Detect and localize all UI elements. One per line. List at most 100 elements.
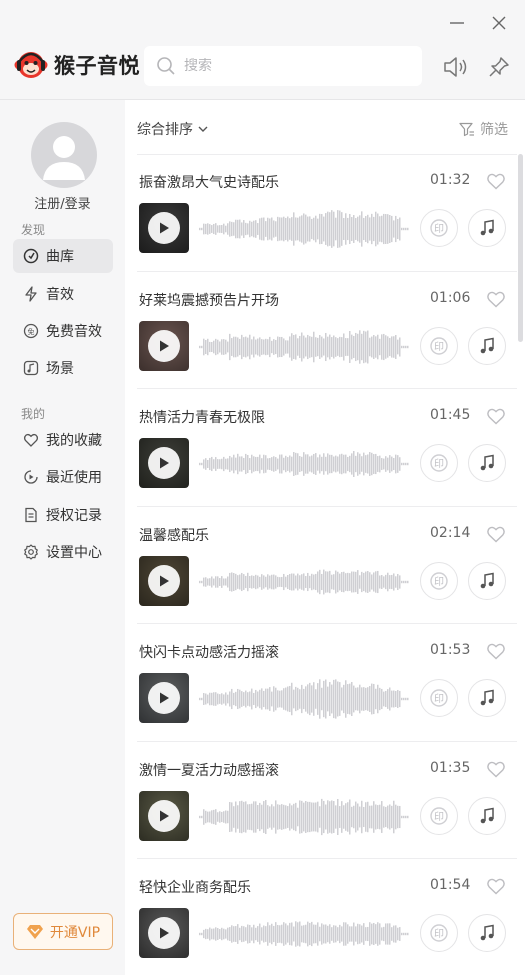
minimize-button[interactable] — [444, 10, 470, 36]
sidebar-item-favorites[interactable]: 我的收藏 — [13, 423, 113, 457]
sidebar-item-settings[interactable]: 设置中心 — [13, 535, 113, 569]
heart-icon — [487, 761, 505, 777]
music-detail-button[interactable] — [468, 914, 506, 952]
track-cover[interactable] — [139, 320, 189, 371]
app-name: 猴子音悦 — [54, 54, 140, 78]
track-title: 激情一夏活力动感摇滚 — [139, 762, 279, 779]
license-stamp-icon: 印 — [430, 454, 448, 472]
sort-label: 综合排序 — [137, 122, 193, 138]
music-detail-button[interactable] — [468, 209, 506, 247]
favorite-button[interactable] — [486, 407, 506, 425]
play-icon — [160, 692, 169, 704]
sidebar-item-scenes[interactable]: 场景 — [13, 351, 113, 385]
sidebar-item-sound-effects[interactable]: 音效 — [13, 277, 113, 311]
close-button[interactable] — [486, 10, 512, 36]
track-row[interactable]: 快闪卡点动感活力摇滚 01:53 印 — [137, 624, 517, 742]
music-note-icon — [480, 219, 494, 236]
waveform[interactable] — [199, 792, 409, 842]
favorite-button[interactable] — [486, 642, 506, 660]
vip-button[interactable]: 开通VIP — [13, 913, 113, 950]
play-button[interactable] — [148, 212, 180, 244]
svg-text:印: 印 — [434, 223, 444, 235]
play-button[interactable] — [148, 682, 180, 714]
license-button[interactable]: 印 — [420, 444, 458, 482]
music-detail-button[interactable] — [468, 561, 506, 600]
sidebar-item-label: 免费音效 — [46, 324, 102, 340]
music-detail-button[interactable] — [468, 679, 506, 717]
license-stamp-icon: 印 — [430, 689, 448, 707]
track-row[interactable]: 轻快企业商务配乐 01:54 印 — [137, 859, 517, 975]
music-note-icon — [480, 337, 494, 353]
license-button[interactable]: 印 — [420, 561, 458, 600]
track-cover[interactable] — [139, 673, 189, 723]
avatar[interactable] — [31, 122, 97, 188]
svg-text:免: 免 — [28, 327, 35, 336]
track-duration: 02:14 — [430, 524, 471, 541]
license-button[interactable]: 印 — [420, 326, 458, 365]
track-cover[interactable] — [139, 555, 189, 606]
track-cover[interactable] — [139, 438, 189, 488]
sidebar-item-label: 设置中心 — [46, 545, 102, 561]
track-cover[interactable] — [139, 203, 189, 253]
sidebar-item-license-records[interactable]: 授权记录 — [13, 498, 113, 532]
waveform[interactable] — [199, 674, 409, 724]
sidebar-item-library[interactable]: 曲库 — [13, 239, 113, 273]
music-detail-button[interactable] — [468, 326, 506, 365]
sidebar-item-recent[interactable]: 最近使用 — [13, 460, 113, 494]
play-button[interactable] — [148, 564, 180, 597]
pin-button[interactable] — [485, 53, 513, 81]
sidebar-item-free-effects[interactable]: 免 免费音效 — [13, 314, 113, 348]
license-button[interactable]: 印 — [420, 209, 458, 247]
favorite-button[interactable] — [486, 525, 506, 543]
search-box[interactable] — [144, 46, 422, 86]
license-button[interactable]: 印 — [420, 914, 458, 952]
filter-button[interactable]: 筛选 — [459, 119, 508, 139]
play-icon — [160, 457, 169, 469]
main-panel: 综合排序 筛选 振奋激昂大气史诗配乐 01:32 印 好莱坞震撼预告片开场 01… — [125, 100, 525, 975]
track-row[interactable]: 热情活力青春无极限 01:45 印 — [137, 389, 517, 507]
waveform[interactable] — [199, 557, 409, 607]
track-duration: 01:35 — [430, 759, 471, 776]
favorite-button[interactable] — [486, 172, 506, 190]
track-duration: 01:53 — [430, 642, 471, 658]
chevron-down-icon — [198, 126, 208, 132]
track-cover[interactable] — [139, 790, 189, 841]
favorite-button[interactable] — [486, 760, 506, 778]
sidebar-item-label: 曲库 — [46, 249, 74, 265]
sort-dropdown[interactable]: 综合排序 — [137, 119, 209, 139]
free-badge-icon: 免 — [23, 323, 39, 339]
music-detail-button[interactable] — [468, 796, 506, 835]
waveform[interactable] — [199, 204, 409, 254]
license-button[interactable]: 印 — [420, 679, 458, 717]
play-button[interactable] — [148, 799, 180, 832]
login-link[interactable]: 注册/登录 — [0, 193, 125, 212]
track-duration: 01:45 — [430, 407, 471, 423]
play-icon — [160, 340, 169, 351]
favorite-button[interactable] — [486, 290, 506, 308]
license-stamp-icon: 印 — [430, 571, 448, 590]
volume-button[interactable] — [442, 53, 470, 81]
track-row[interactable]: 激情一夏活力动感摇滚 01:35 印 — [137, 742, 517, 859]
track-row[interactable]: 振奋激昂大气史诗配乐 01:32 印 — [137, 154, 517, 272]
track-cover[interactable] — [139, 908, 189, 958]
license-button[interactable]: 印 — [420, 796, 458, 835]
music-detail-button[interactable] — [468, 444, 506, 482]
scrollbar[interactable] — [518, 154, 523, 342]
play-button[interactable] — [148, 917, 180, 949]
play-icon — [160, 810, 169, 821]
close-icon — [492, 16, 506, 30]
waveform[interactable] — [199, 439, 409, 489]
track-row[interactable]: 好莱坞震撼预告片开场 01:06 印 — [137, 272, 517, 389]
app-logo[interactable]: 猴子音悦 — [14, 48, 140, 82]
filter-icon — [459, 122, 474, 136]
svg-text:印: 印 — [434, 693, 444, 705]
waveform[interactable] — [199, 909, 409, 959]
sidebar-item-label: 我的收藏 — [46, 433, 102, 449]
track-row[interactable]: 温馨感配乐 02:14 印 — [137, 507, 517, 624]
play-button[interactable] — [148, 447, 180, 479]
search-input[interactable] — [184, 58, 404, 74]
lightning-icon — [23, 286, 39, 302]
waveform[interactable] — [199, 322, 409, 372]
favorite-button[interactable] — [486, 877, 506, 895]
play-button[interactable] — [148, 329, 180, 362]
